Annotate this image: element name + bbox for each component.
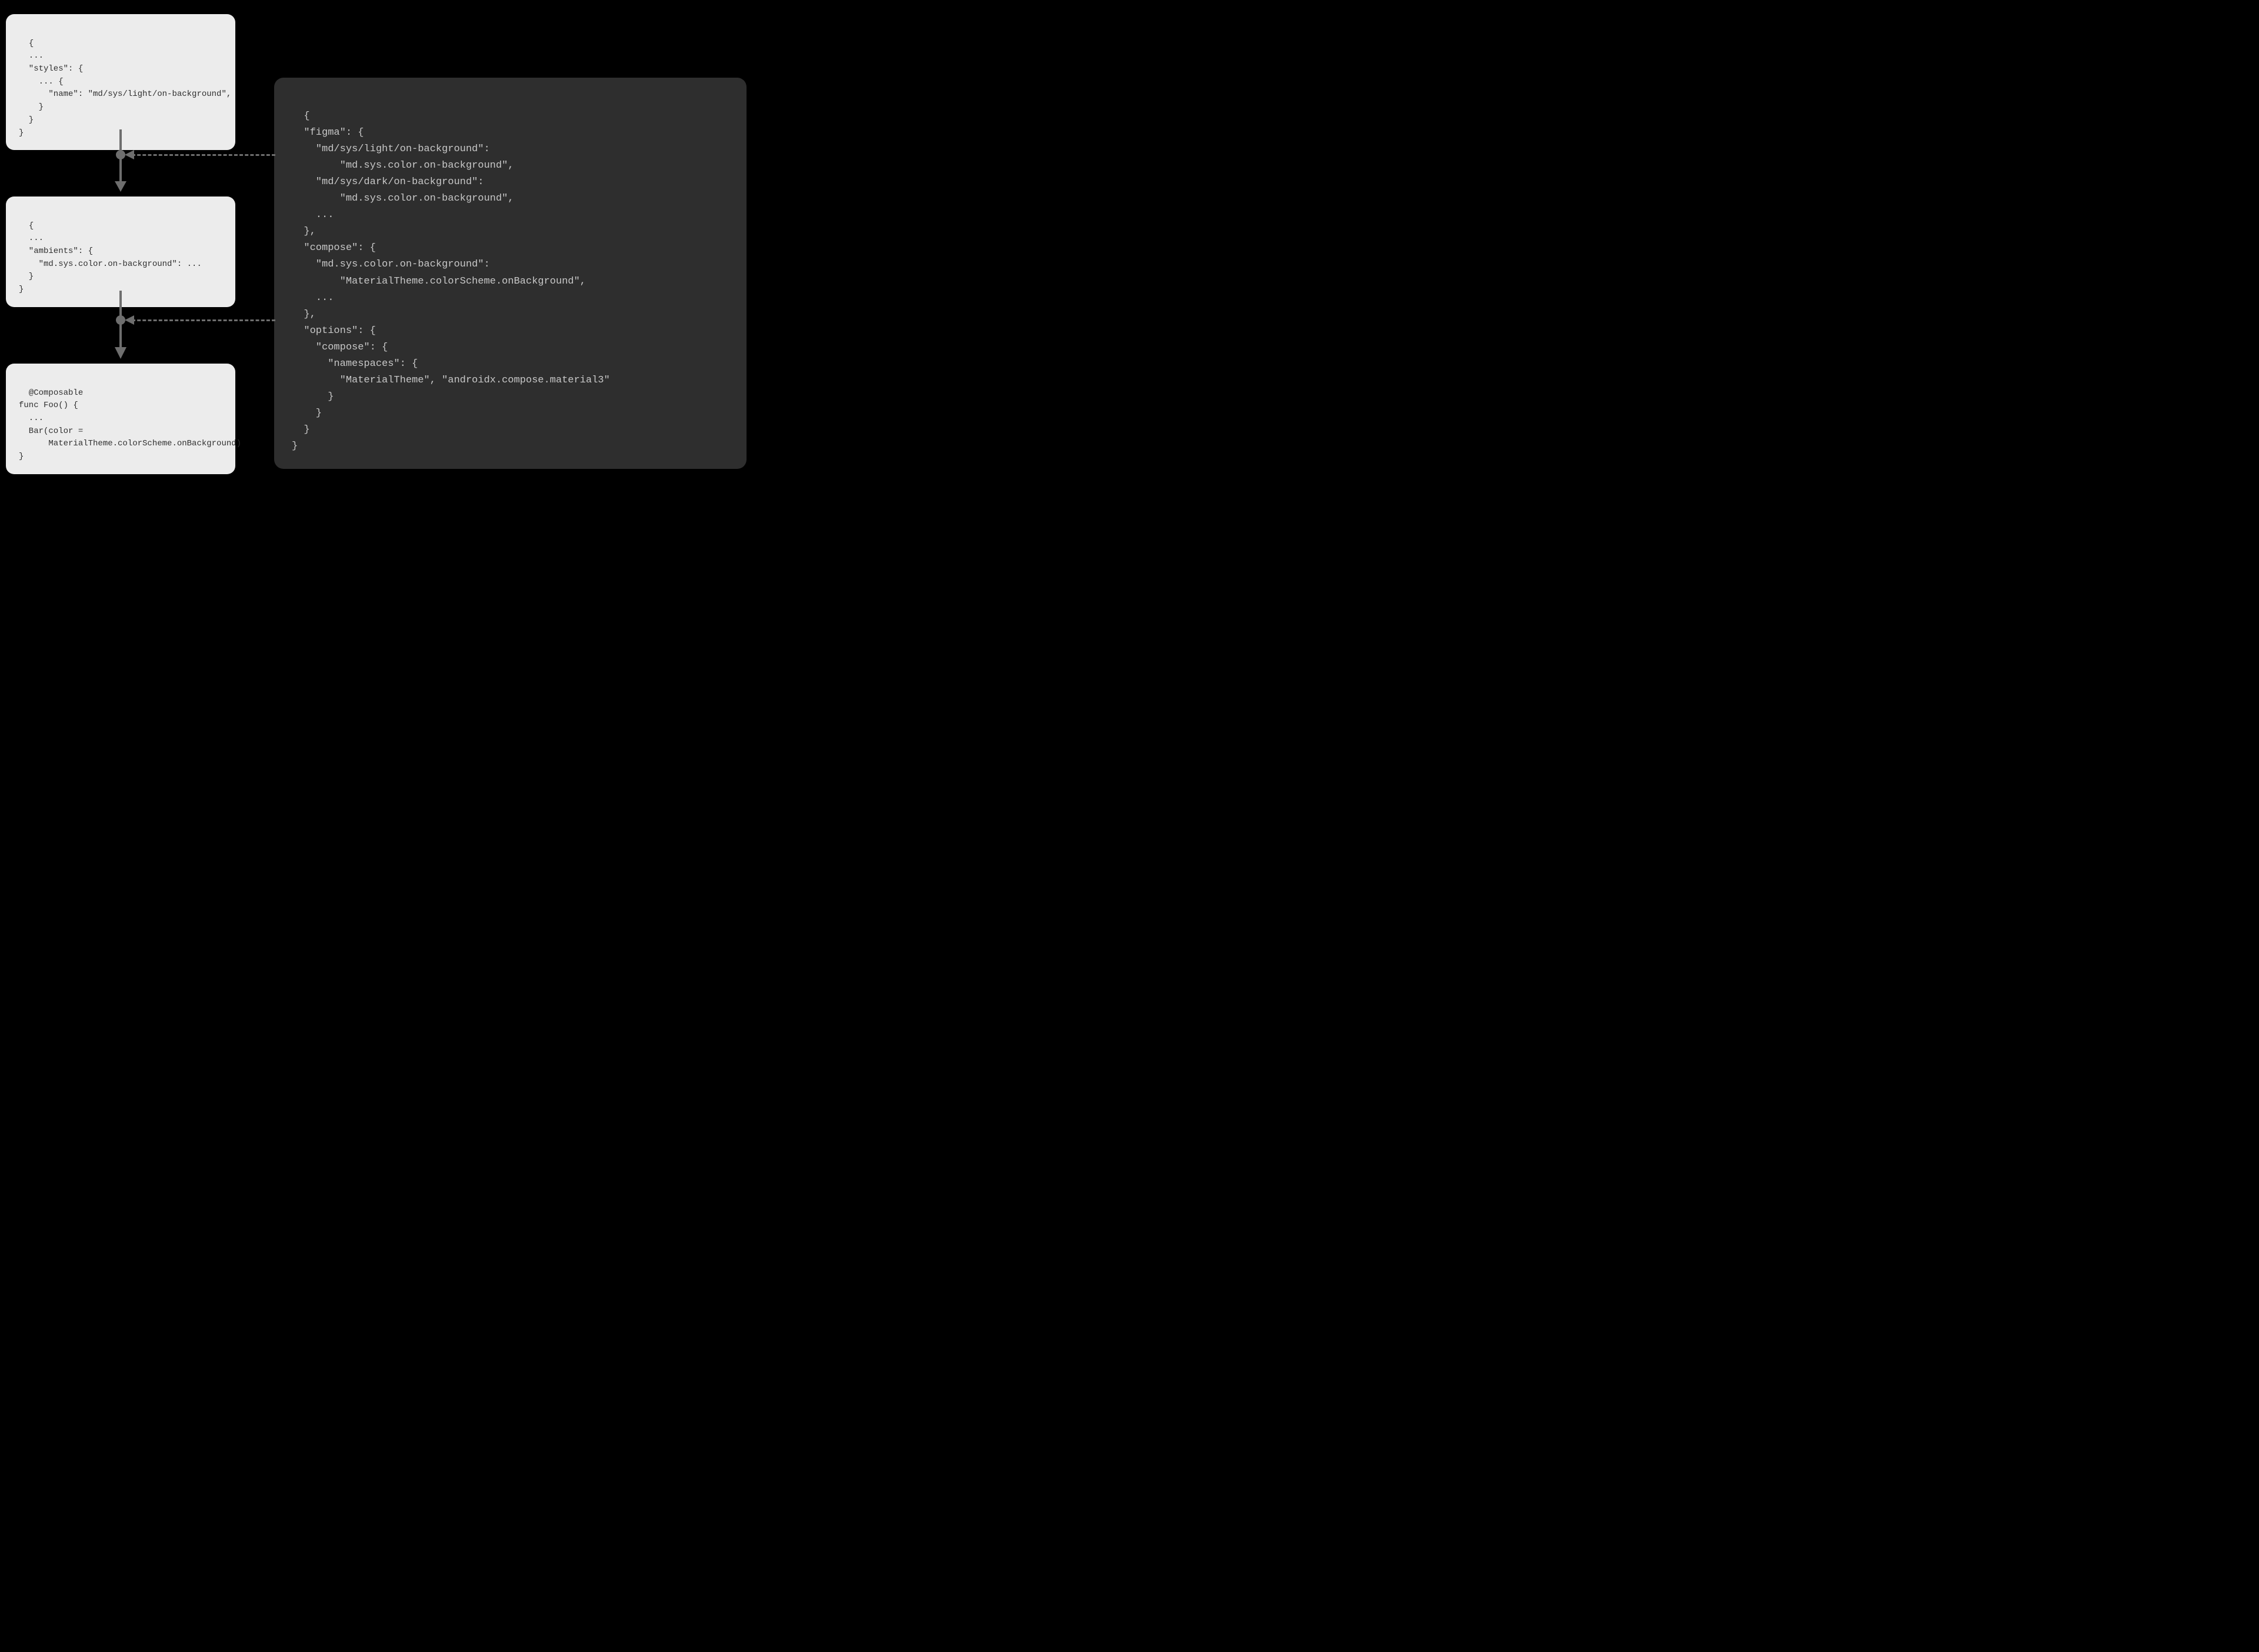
styles-code: { ... "styles": { ... { "name": "md/sys/… <box>19 39 231 138</box>
arrow-left-head-1 <box>125 149 135 160</box>
arrow-down-1 <box>112 129 129 192</box>
dashed-connector-1 <box>132 154 275 156</box>
composable-snippet-card: @Composable func Foo() { ... Bar(color =… <box>6 364 235 474</box>
mapping-card: { "figma": { "md/sys/light/on-background… <box>274 78 747 469</box>
mapping-code: { "figma": { "md/sys/light/on-background… <box>292 111 610 452</box>
composable-code: @Composable func Foo() { ... Bar(color =… <box>19 388 241 461</box>
ambients-code: { ... "ambients": { "md.sys.color.on-bac… <box>19 221 202 294</box>
dashed-connector-2 <box>132 319 275 321</box>
arrow-left-head-2 <box>125 315 135 325</box>
